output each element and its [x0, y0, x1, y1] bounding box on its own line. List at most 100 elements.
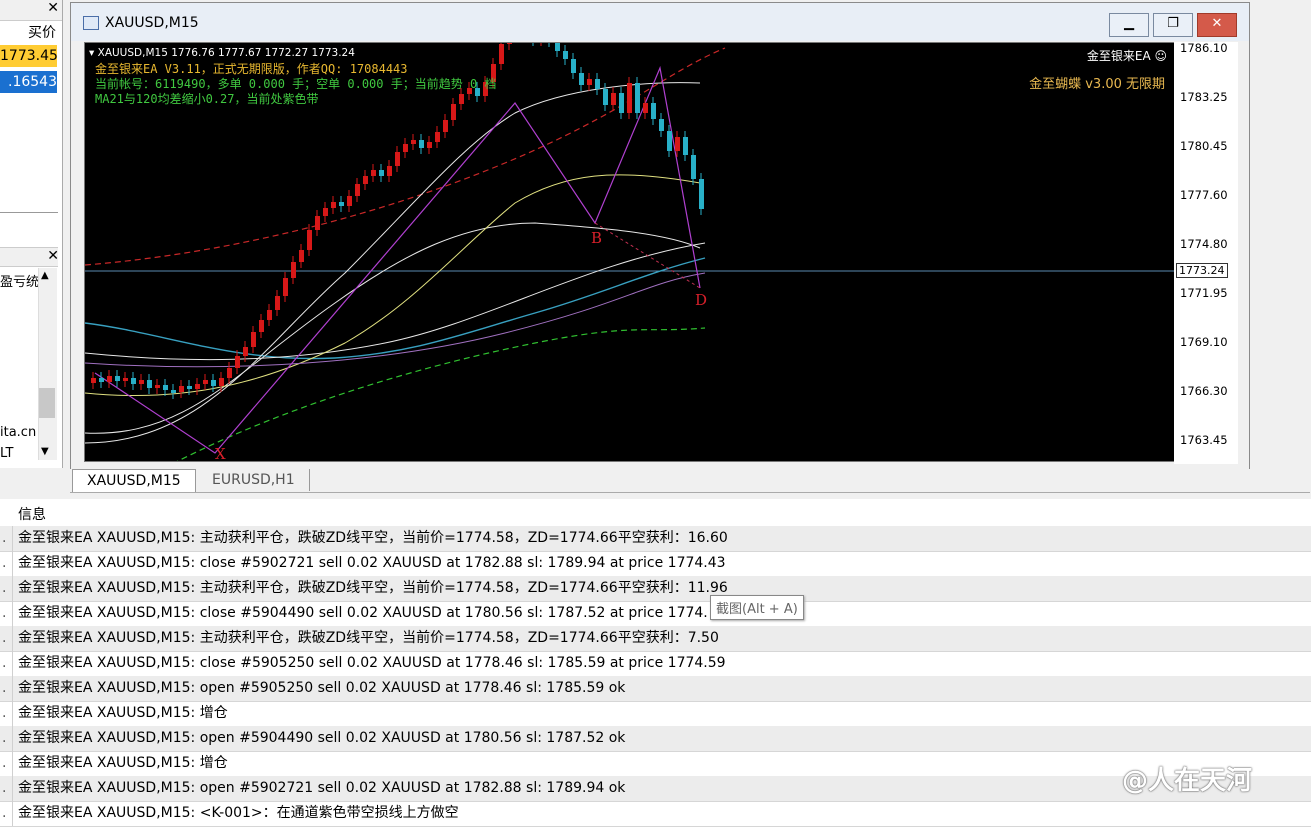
log-message: 金至银来EA XAUUSD,M15: close #5904490 sell 0… [18, 605, 708, 621]
log-row[interactable]: . 金至银来EA XAUUSD,M15: open #5904490 sell 0… [0, 726, 1311, 752]
candle-body [139, 380, 144, 384]
log-row[interactable]: . 金至银来EA XAUUSD,M15: <K-001>：在通道紫色带空损线上方做… [0, 801, 1311, 827]
log-row[interactable]: . 金至银来EA XAUUSD,M15: 增仓 [0, 751, 1311, 777]
log-message: 金至银来EA XAUUSD,M15: close #5905250 sell 0… [18, 655, 726, 671]
log-row[interactable]: . 金至银来EA XAUUSD,M15: open #5905250 sell 0… [0, 676, 1311, 702]
candle-body [419, 140, 424, 148]
log-row[interactable]: . 金至银来EA XAUUSD,M15: close #5902721 sell … [0, 551, 1311, 577]
log-header: 信息 [0, 499, 1311, 527]
screenshot-tooltip: 截图(Alt + A) [710, 595, 804, 620]
candle-body [355, 184, 360, 196]
candle-body [611, 93, 616, 105]
candle-body [339, 202, 344, 206]
candle-body [91, 378, 96, 383]
price-tick-label: 1780.45 [1180, 139, 1228, 153]
quote-row[interactable]: .16543 [0, 71, 57, 93]
chevron-down-icon[interactable]: ▼ [41, 446, 49, 457]
candle-body [99, 378, 104, 382]
current-price-label: 1773.24 [1176, 263, 1228, 278]
message-column-header[interactable]: 信息 [18, 504, 46, 524]
log-message: 金至银来EA XAUUSD,M15: <K-001>：在通道紫色带空损线上方做空 [18, 805, 459, 821]
ea-name-label: 金至银来EA ☺ [1086, 49, 1167, 63]
candle-body [395, 152, 400, 166]
market-watch-panel: ✕ 买价 1773.45 .16543 ✕ 盈亏统 ita.cn LT ▲ ▼ [0, 0, 63, 468]
price-axis[interactable]: 1786.10 1783.25 1780.45 1777.60 1774.80 … [1174, 41, 1238, 464]
log-message: 金至银来EA XAUUSD,M15: 增仓 [18, 755, 228, 771]
close-icon[interactable]: ✕ [47, 0, 59, 16]
quote-row[interactable]: 1773.45 [0, 45, 58, 67]
scrollbar-thumb[interactable] [39, 388, 55, 418]
chevron-up-icon[interactable]: ▲ [41, 270, 49, 281]
candle-body [267, 310, 272, 320]
candle-body [603, 89, 608, 105]
candle-body [403, 144, 408, 152]
navigator-item[interactable]: LT [0, 446, 13, 461]
candle-body [371, 170, 376, 176]
candle-body [563, 51, 568, 59]
channel-lower-line [176, 327, 706, 461]
log-row[interactable]: . 金至银来EA XAUUSD,M15: 增仓 [0, 701, 1311, 727]
candle-body [595, 79, 600, 89]
candle-body [683, 137, 688, 155]
navigator-item[interactable]: 盈亏统 [0, 271, 39, 290]
chart-window-icon [83, 16, 99, 30]
ohlc-values: XAUUSD,M15 1776.76 1777.67 1772.27 1773.… [97, 47, 355, 59]
candle-body [259, 320, 264, 332]
log-row[interactable]: . 金至银来EA XAUUSD,M15: 主动获利平仓，跌破ZD线平空，当前价=1… [0, 626, 1311, 652]
log-row[interactable]: . 金至银来EA XAUUSD,M15: 主动获利平仓，跌破ZD线平空，当前价=1… [0, 576, 1311, 602]
ma-line [85, 257, 706, 360]
ma-line [85, 82, 701, 444]
log-row[interactable]: . 金至银来EA XAUUSD,M15: 主动获利平仓，跌破ZD线平空，当前价=1… [0, 526, 1311, 552]
candle-body [587, 79, 592, 85]
candle-body [379, 170, 384, 176]
candle-body [299, 250, 304, 262]
divider [0, 212, 58, 213]
candle-body [171, 390, 176, 393]
candle-body [211, 380, 216, 386]
ea-ma-line: MA21与120均差缩小0.27，当前处紫色带 [95, 92, 319, 106]
tab-xauusd-m15[interactable]: XAUUSD,M15 [72, 469, 196, 492]
candle-body [235, 356, 240, 368]
candle-body [411, 140, 416, 144]
bid-column-header[interactable]: 买价 [28, 22, 56, 42]
log-row[interactable]: . 金至银来EA XAUUSD,M15: close #5904490 sell … [0, 601, 1311, 627]
candle-body [179, 386, 184, 392]
candle-body [443, 120, 448, 132]
close-icon[interactable]: ✕ [47, 248, 59, 264]
log-row[interactable]: . 金至银来EA XAUUSD,M15: open #5902721 sell 0… [0, 776, 1311, 802]
tab-eurusd-h1[interactable]: EURUSD,H1 [198, 469, 310, 491]
log-row[interactable]: . 金至银来EA XAUUSD,M15: close #5905250 sell … [0, 651, 1311, 677]
market-watch-header: ✕ [0, 0, 62, 21]
chart-tabs: XAUUSD,M15 EURUSD,H1 [70, 469, 1310, 493]
dropdown-triangle-icon[interactable]: ▾ [89, 47, 94, 59]
candle-body [667, 131, 672, 151]
candle-body [659, 119, 664, 131]
candle-body [579, 73, 584, 85]
ma-line [85, 272, 706, 368]
candle-body [499, 44, 504, 64]
ma-line [85, 174, 701, 397]
candle-body [387, 166, 392, 176]
close-button[interactable]: ✕ [1197, 13, 1237, 37]
candle-body [291, 262, 296, 278]
candle-body [315, 216, 320, 230]
scrollbar[interactable] [38, 268, 57, 460]
candle-body [187, 386, 192, 389]
log-message: 金至银来EA XAUUSD,M15: close #5902721 sell 0… [18, 555, 726, 571]
candle-body [435, 132, 440, 142]
minimize-button[interactable]: ▁ [1109, 13, 1149, 37]
price-tick-label: 1786.10 [1180, 41, 1228, 55]
candle-body [123, 378, 128, 381]
price-tick-label: 1769.10 [1180, 335, 1228, 349]
chart-title-bar[interactable]: XAUUSD,M15 ▁ ❐ ✕ [71, 3, 1249, 41]
candle-body [203, 380, 208, 384]
price-tick-label: 1777.60 [1180, 188, 1228, 202]
price-chart[interactable]: ▾ XAUUSD,M15 1776.76 1777.67 1772.27 177… [84, 42, 1176, 462]
navigator-item[interactable]: ita.cn [0, 425, 36, 440]
candle-body [155, 385, 160, 388]
candle-body [675, 137, 680, 151]
candle-body [555, 43, 560, 51]
price-tick-label: 1766.30 [1180, 384, 1228, 398]
candle-body [307, 230, 312, 250]
restore-button[interactable]: ❐ [1153, 13, 1193, 37]
